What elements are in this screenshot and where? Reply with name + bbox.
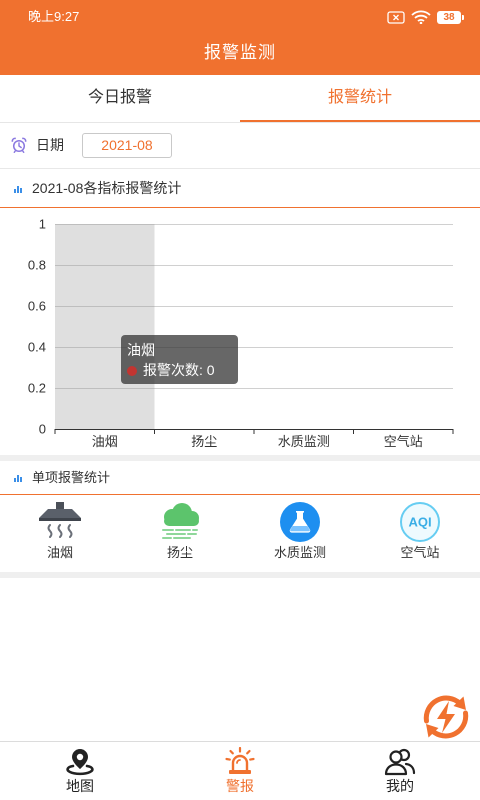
y-tick-label: 0: [39, 422, 46, 437]
status-icons: 38: [387, 9, 464, 25]
nav-item-map[interactable]: 地图: [0, 742, 160, 800]
nav-label: 警报: [226, 778, 254, 794]
bar-chart-icon: [14, 475, 22, 482]
single-stats-title: 单项报警统计: [32, 470, 111, 485]
y-tick-label: 0.6: [28, 299, 46, 314]
stat-icon-wrap: [0, 502, 120, 542]
alarm-light-icon: [225, 747, 255, 774]
stat-label: 扬尘: [166, 545, 193, 560]
chart-title: 2021-08各指标报警统计: [32, 180, 182, 196]
page-title: 报警监测: [204, 43, 276, 62]
users-icon: [384, 748, 416, 776]
stat-label: 空气站: [400, 545, 440, 560]
alarm-clock-icon: [11, 137, 27, 153]
stat-icon-wrap: AQI: [360, 502, 480, 542]
single-stats-list: 油烟 扬尘 水质监测 AQI 空气站: [0, 495, 480, 572]
y-tick-label: 1: [39, 217, 46, 232]
y-tick-label: 0.2: [28, 381, 46, 396]
stat-label: 水质监测: [273, 545, 326, 560]
date-label: 日期: [36, 137, 64, 153]
range-hood-icon: [39, 502, 81, 538]
app-screen: 晚上9:27 38 报警监测 今日报警 报警统计 日期 2021-08 2021…: [0, 0, 480, 800]
nav-label: 我的: [386, 778, 414, 794]
aqi-icon-text: AQI: [408, 515, 431, 530]
chart-section-header: 2021-08各指标报警统计: [0, 169, 480, 208]
bar-chart-icon: [14, 186, 22, 193]
nav-item-profile[interactable]: 我的: [320, 742, 480, 800]
month-picker[interactable]: 2021-08: [82, 133, 172, 158]
stat-icon-wrap: [120, 502, 240, 542]
tab-bar: 今日报警 报警统计: [0, 75, 480, 123]
flask-icon: [280, 502, 320, 542]
x-tick-label: 扬尘: [191, 434, 217, 449]
alarm-bar-chart[interactable]: 0 0.2 0.4 0.6 0.8 1 油烟 扬尘 水质监测 空气站 油烟 报警次数: 0: [0, 208, 480, 455]
chart-canvas: 00.20.40.60.81油烟 扬尘 水质监测 空气站: [28, 217, 454, 449]
aqi-icon: AQI: [400, 502, 440, 542]
nav-icon-wrap: [160, 747, 320, 777]
stat-icon-wrap: [240, 502, 360, 542]
tooltip-series-value: 报警次数: 0: [143, 362, 215, 378]
stat-item-oil-fume[interactable]: 油烟: [0, 495, 120, 572]
stat-label: 油烟: [46, 545, 73, 560]
wifi-icon: [411, 10, 431, 24]
y-tick-label: 0.4: [28, 340, 46, 355]
x-tick-label: 油烟: [92, 434, 118, 449]
single-stats-header: 单项报警统计: [0, 461, 480, 495]
tab-today-alarms[interactable]: 今日报警: [0, 75, 240, 122]
status-time: 晚上9:27: [28, 9, 80, 24]
date-filter-row: 日期 2021-08: [0, 123, 480, 169]
stat-item-dust[interactable]: 扬尘: [120, 495, 240, 572]
section-divider: [0, 572, 480, 578]
nav-label: 地图: [66, 778, 94, 794]
series-marker: [127, 366, 137, 376]
nav-item-alarms[interactable]: 警报: [160, 742, 320, 800]
no-sim-icon: [387, 10, 405, 24]
top-bar: 晚上9:27 38 报警监测: [0, 0, 480, 75]
tooltip-row: 报警次数: 0: [127, 360, 232, 380]
dust-cloud-icon: [162, 503, 199, 539]
axis-pointer-shadow: [55, 224, 155, 429]
nav-icon-wrap: [0, 747, 160, 777]
map-pin-icon: [66, 749, 94, 776]
nav-icon-wrap: [320, 747, 480, 777]
battery-icon: 38: [437, 10, 464, 24]
x-tick-label: 水质监测: [278, 434, 330, 449]
x-tick-label: 空气站: [384, 434, 423, 449]
chart-tooltip: 油烟 报警次数: 0: [121, 335, 238, 384]
refresh-lightning-icon: [423, 695, 469, 739]
bottom-nav: 地图 警报 我的: [0, 741, 480, 800]
tab-alarm-statistics[interactable]: 报警统计: [240, 75, 480, 122]
tooltip-title: 油烟: [127, 342, 155, 358]
stat-item-water-quality[interactable]: 水质监测: [240, 495, 360, 572]
refresh-button[interactable]: [417, 688, 475, 746]
stat-item-air-station[interactable]: AQI 空气站: [360, 495, 480, 572]
y-tick-label: 0.8: [28, 258, 46, 273]
